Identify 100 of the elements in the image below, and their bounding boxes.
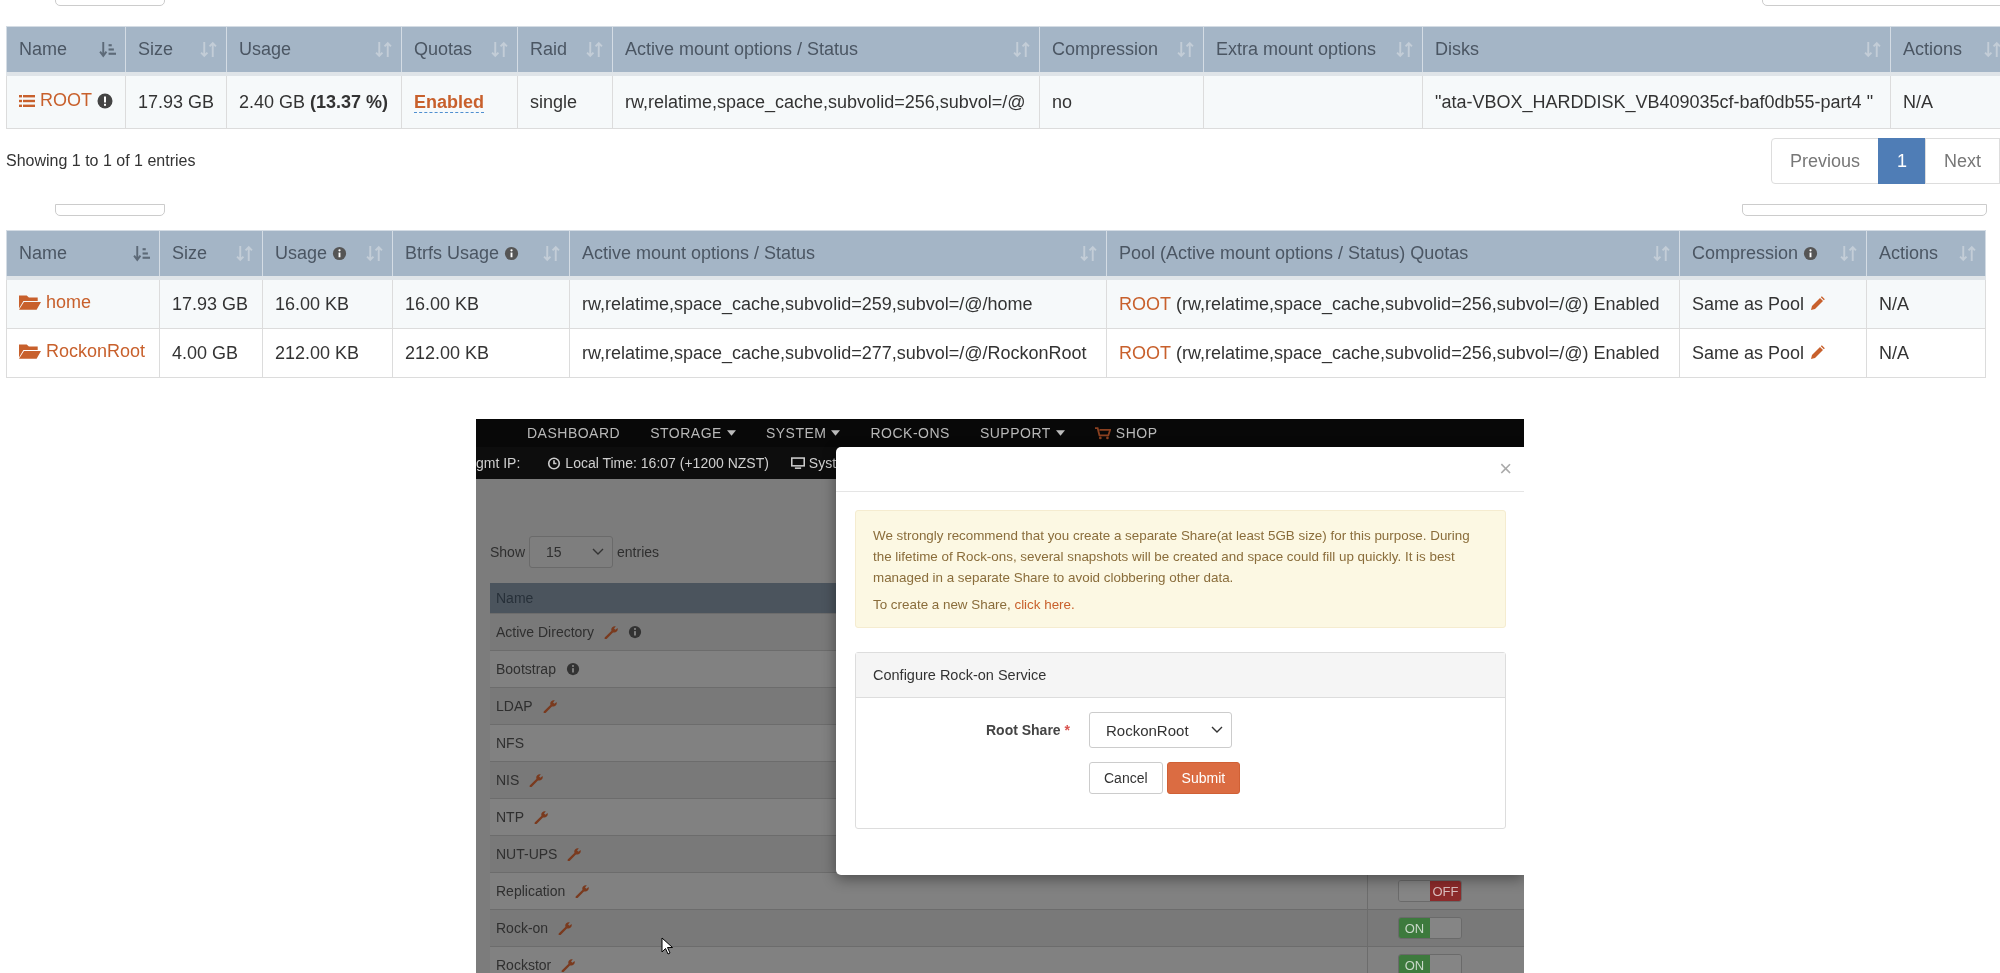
root-share-select[interactable]: RockonRoot — [1089, 712, 1232, 748]
toggle-switch[interactable]: ON — [1398, 917, 1462, 939]
column-label: Compression — [1052, 39, 1159, 60]
share-link[interactable]: home — [46, 291, 92, 313]
toggle-switch[interactable]: ON — [1398, 954, 1462, 973]
column-header[interactable]: Quotas — [401, 26, 518, 74]
nav-item[interactable]: ROCK-ONS — [870, 425, 950, 441]
column-label: Active mount options / Status — [625, 39, 859, 60]
column-header[interactable]: Usage — [262, 230, 393, 278]
column-label: Actions — [1879, 243, 1939, 264]
column-header[interactable]: Extra mount options — [1203, 26, 1423, 74]
pool-link[interactable]: ROOT — [1119, 293, 1171, 314]
table-cell: rw,relatime,space_cache,subvolid=277,subvol=/@/RockonRoot — [569, 328, 1107, 378]
table-cell: 17.93 GB — [159, 278, 263, 329]
wrench-icon[interactable] — [542, 699, 557, 713]
nav-item[interactable]: DASHBOARD — [527, 425, 621, 441]
create-share-link[interactable]: click here. — [1014, 597, 1075, 612]
status-item: Local Time: 16:07 (+1200 NZST) — [547, 455, 769, 471]
table-cell: 4.00 GB — [159, 328, 263, 378]
service-name: NFS — [496, 735, 524, 751]
alert-text: To create a new Share, click here. — [873, 596, 1076, 614]
table-cell: N/A — [1866, 278, 1986, 329]
wrench-icon[interactable] — [604, 625, 619, 639]
field-label: Root Share * — [984, 722, 1070, 738]
column-header[interactable]: Active mount options / Status — [569, 230, 1107, 278]
column-label: Pool (Active mount options / Status) Quotas — [1119, 243, 1469, 264]
share-link[interactable]: RockonRoot — [46, 340, 146, 362]
page-button[interactable]: Next — [1925, 138, 2000, 184]
compression-value: Same as Pool — [1692, 293, 1805, 315]
table-cell: N/A — [1890, 74, 2000, 129]
search-field[interactable] — [1742, 204, 1987, 216]
page-button[interactable]: Previous — [1770, 138, 1879, 184]
column-header[interactable]: Actions — [1866, 230, 1986, 278]
pencil-icon[interactable] — [1809, 296, 1826, 312]
column-label: Actions — [1903, 39, 1963, 60]
info-icon — [504, 246, 520, 261]
chevron-icon — [1211, 726, 1223, 734]
caret-icon — [726, 430, 736, 436]
pool-mount-status: (rw,relatime,space_cache,subvolid=256,subvol=/@) Enabled — [1176, 342, 1660, 363]
column-label: Name — [19, 243, 67, 264]
pencil-icon[interactable] — [1809, 345, 1826, 361]
info-icon — [628, 625, 643, 639]
close-button[interactable]: × — [1499, 458, 1512, 480]
select-field[interactable] — [55, 204, 165, 216]
column-header[interactable]: Name — [6, 230, 160, 278]
column-header[interactable]: Disks — [1422, 26, 1891, 74]
table-cell: rw,relatime,space_cache,subvolid=259,subvol=/@/home — [569, 278, 1107, 329]
pointer-icon — [661, 937, 673, 955]
table-cell: single — [517, 74, 613, 129]
cart-icon — [1094, 426, 1111, 440]
service-name: Active Directory — [496, 624, 595, 640]
info-icon — [1803, 246, 1819, 261]
column-label: Extra mount options — [1216, 39, 1377, 60]
column-header[interactable]: Size — [159, 230, 263, 278]
column-header[interactable]: Actions — [1890, 26, 2000, 74]
service-name: NIS — [496, 772, 520, 788]
page-length-select[interactable]: 15 — [529, 536, 614, 568]
wrench-icon[interactable] — [529, 773, 544, 787]
caret-icon — [831, 430, 841, 436]
column-label: Size — [172, 243, 207, 264]
column-header[interactable]: Compression — [1039, 26, 1204, 74]
nav-item[interactable]: SUPPORT — [979, 425, 1065, 441]
column-header[interactable]: Name — [6, 26, 126, 74]
column-label: Quotas — [414, 39, 473, 60]
pool-link[interactable]: ROOT — [40, 90, 92, 112]
cancel-button[interactable]: Cancel — [1089, 762, 1163, 794]
pool-link[interactable]: ROOT — [1119, 342, 1171, 363]
table-cell: 212.00 KB — [262, 328, 393, 378]
table-cell: N/A — [1866, 328, 1986, 378]
service-name: Rock-on — [496, 920, 549, 936]
column-header[interactable]: Usage — [226, 26, 402, 74]
column-label: Raid — [530, 39, 568, 60]
column-header[interactable]: Compression — [1679, 230, 1867, 278]
column-label: Size — [138, 39, 173, 60]
info-icon — [565, 662, 580, 676]
wrench-icon[interactable] — [534, 810, 548, 824]
toggle-switch[interactable]: OFF — [1398, 880, 1462, 902]
column-header[interactable]: Pool (Active mount options / Status) Quotas — [1106, 230, 1680, 278]
column-header[interactable]: Btrfs Usage — [392, 230, 570, 278]
show-label: Show — [490, 544, 526, 560]
wrench-icon[interactable] — [567, 847, 582, 861]
nav-item[interactable]: SYSTEM — [765, 425, 841, 441]
service-name: LDAP — [496, 698, 533, 714]
quota-link[interactable]: Enabled — [414, 91, 484, 113]
column-label: Active mount options / Status — [582, 243, 816, 264]
nav-item[interactable]: SHOP — [1094, 425, 1158, 441]
submit-button[interactable]: Submit — [1166, 762, 1241, 794]
service-name: Bootstrap — [496, 661, 556, 677]
clock-icon — [547, 456, 562, 470]
column-header[interactable]: Active mount options / Status — [612, 26, 1040, 74]
wrench-icon[interactable] — [561, 958, 576, 972]
table-cell: 17.93 GB — [125, 74, 227, 129]
wrench-icon[interactable] — [575, 884, 590, 898]
column-header[interactable]: Raid — [517, 26, 613, 74]
page-button[interactable]: 1 — [1877, 138, 1926, 184]
column-header[interactable]: Size — [125, 26, 227, 74]
alert-text: We strongly recommend that you create a separate Share(at least 5GB size) for this purpose. During the lifetime of Rock-ons, several snapshots will be created and space could fill up quickly. It is best managed in a separate Share to avoid clobbering other data. — [873, 527, 1471, 587]
table-cell: rw,relatime,space_cache,subvolid=256,subvol=/@ — [612, 74, 1040, 129]
nav-item[interactable]: STORAGE — [650, 425, 736, 441]
wrench-icon[interactable] — [558, 921, 573, 935]
